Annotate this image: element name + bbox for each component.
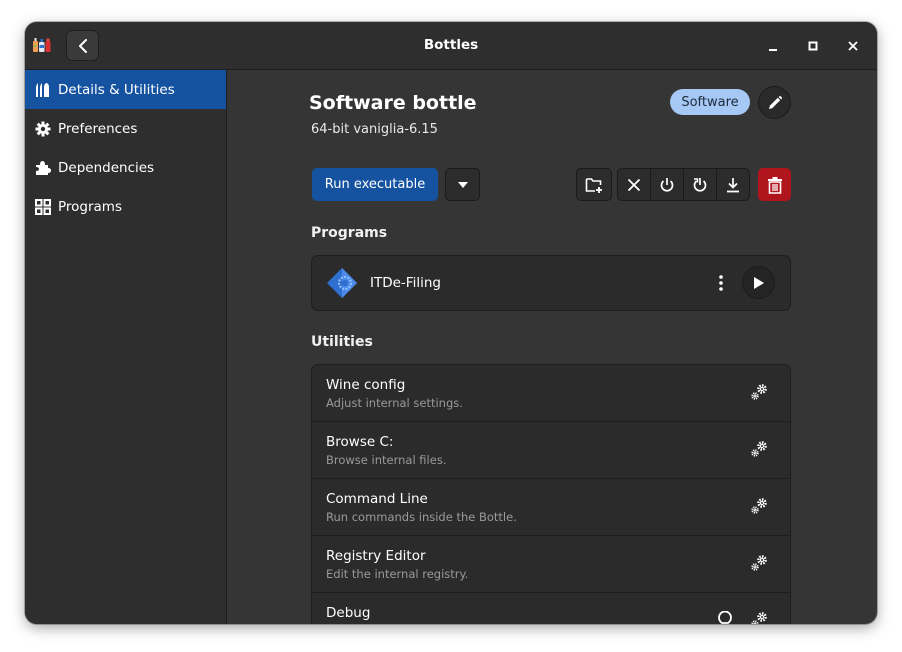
minimize-icon [769,49,777,51]
gears-icon [750,497,768,515]
x-icon [627,178,641,191]
sidebar-item-label: Preferences [58,120,138,137]
utility-title: Debug [326,605,371,621]
program-name: ITDe-Filing [370,275,441,291]
sidebar-item-preferences[interactable]: Preferences [25,109,226,148]
utility-row-debug[interactable]: Debug Debug wine processes. [312,593,790,624]
close-icon [848,41,858,51]
delete-bottle-button[interactable] [758,168,791,201]
program-row[interactable]: ITDe-Filing [312,256,790,310]
reboot-button[interactable] [683,168,717,201]
gears-icon [750,554,768,572]
gears-icon [750,611,768,624]
utility-subtitle: Browse internal files. [326,453,447,467]
lightbulb-icon[interactable] [717,610,733,624]
sidebar-item-details-utilities[interactable]: Details & Utilities [25,70,226,109]
folder-add-icon [585,177,602,193]
puzzle-icon [35,160,51,176]
environment-badge[interactable]: Software [670,89,750,115]
header-bar: Bottles [25,22,877,70]
program-app-icon [326,267,358,299]
utility-title: Browse C: [326,434,394,450]
run-options-dropdown[interactable] [445,168,480,201]
caret-down-icon [457,181,468,188]
utility-row-registry-editor[interactable]: Registry Editor Edit the internal regist… [312,536,790,593]
download-button[interactable] [716,168,750,201]
utility-row-wine-config[interactable]: Wine config Adjust internal settings. [312,365,790,422]
utilities-list: Wine config Adjust internal settings. Br… [311,364,791,624]
bottle-name: Software bottle [309,92,477,114]
play-icon [753,276,764,289]
utility-subtitle: Run commands inside the Bottle. [326,510,517,524]
utilities-section-title: Utilities [311,334,373,350]
gears-icon [750,440,768,458]
main-content: Software bottle 64-bit vaniglia-6.15 Sof… [227,70,877,624]
more-vertical-icon [719,275,723,291]
maximize-button[interactable] [805,38,821,54]
sidebar: Details & Utilities Preferences Dependen… [25,70,227,624]
grid-icon [35,198,51,215]
force-stop-button[interactable] [617,168,651,201]
reboot-icon [693,177,707,192]
sidebar-item-label: Details & Utilities [58,81,175,98]
program-play-button[interactable] [742,266,775,299]
edit-name-button[interactable] [758,86,791,119]
utility-subtitle: Edit the internal registry. [326,567,469,581]
utility-title: Wine config [326,377,406,393]
sidebar-item-programs[interactable]: Programs [25,187,226,226]
new-folder-button[interactable] [576,168,612,201]
utility-title: Command Line [326,491,428,507]
app-window: Bottles Details & Utilities Preferences … [25,22,877,624]
programs-section-title: Programs [311,225,388,241]
sidebar-item-label: Programs [58,198,122,215]
utility-subtitle: Adjust internal settings. [326,396,463,410]
gears-icon [750,383,768,401]
utility-row-browse-c[interactable]: Browse C: Browse internal files. [312,422,790,479]
programs-list: ITDe-Filing [311,255,791,311]
trash-icon [767,176,782,194]
minimize-button[interactable] [765,38,781,54]
maximize-icon [808,41,818,51]
window-title: Bottles [423,37,479,53]
sidebar-item-dependencies[interactable]: Dependencies [25,148,226,187]
close-button[interactable] [845,38,861,54]
sidebar-item-label: Dependencies [58,159,155,176]
bottles-icon [35,82,51,98]
download-icon [727,177,739,192]
run-executable-button[interactable]: Run executable [312,168,438,201]
bottle-subtitle: 64-bit vaniglia-6.15 [311,122,438,137]
program-menu-button[interactable] [711,273,731,293]
pencil-icon [768,95,782,109]
power-icon [660,177,674,192]
utility-row-command-line[interactable]: Command Line Run commands inside the Bot… [312,479,790,536]
shutdown-button[interactable] [650,168,684,201]
gear-icon [35,121,51,137]
utility-title: Registry Editor [326,548,426,564]
